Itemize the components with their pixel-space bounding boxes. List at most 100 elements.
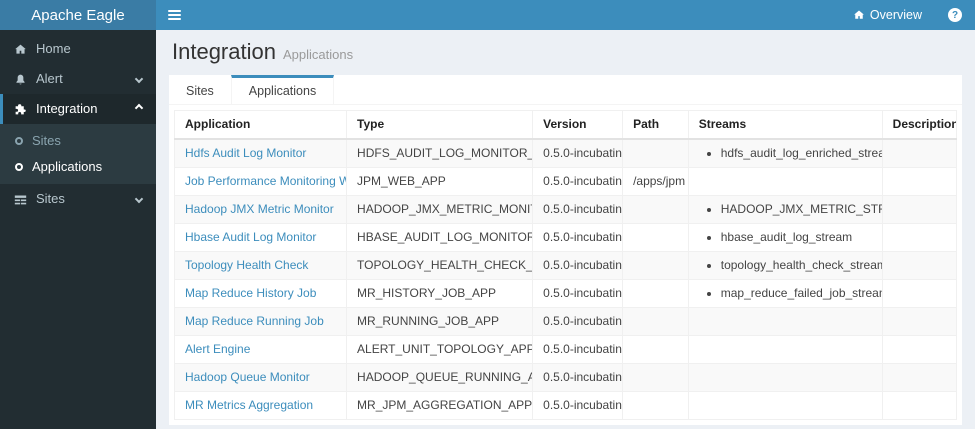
sidebar-subitem-sites[interactable]: Sites bbox=[0, 128, 156, 154]
circle-icon bbox=[15, 163, 23, 171]
type-cell: HADOOP_JMX_METRIC_MONITOR bbox=[346, 195, 534, 224]
sidebar-subitem-label: Applications bbox=[32, 159, 103, 174]
sidebar-item-integration[interactable]: Integration bbox=[0, 94, 156, 124]
app-logo[interactable]: Apache Eagle bbox=[0, 0, 156, 30]
sidebar: Home Alert Integration Sites Application… bbox=[0, 30, 156, 429]
column-header-streams: Streams bbox=[687, 110, 883, 140]
version-cell: 0.5.0-incubating bbox=[532, 363, 624, 392]
description-cell bbox=[881, 279, 958, 308]
version-cell: 0.5.0-incubating bbox=[532, 391, 624, 420]
tab-sites[interactable]: Sites bbox=[169, 75, 231, 104]
version-cell: 0.5.0-incubating bbox=[532, 279, 624, 308]
application-cell: Hadoop Queue Monitor bbox=[173, 363, 348, 392]
stream-item: topology_health_check_stream bbox=[721, 258, 881, 273]
streams-cell: HADOOP_JMX_METRIC_STREAM bbox=[687, 195, 883, 224]
streams-cell bbox=[687, 391, 883, 420]
streams-cell bbox=[687, 167, 883, 196]
version-cell: 0.5.0-incubating bbox=[532, 335, 624, 364]
description-cell bbox=[881, 167, 958, 196]
content-header: Integration Applications bbox=[156, 30, 975, 75]
tab-content: Application Type Version Path Streams De… bbox=[169, 105, 962, 425]
streams-cell bbox=[687, 335, 883, 364]
top-bar: Apache Eagle Overview ? bbox=[0, 0, 975, 30]
path-cell bbox=[622, 279, 689, 308]
sidebar-subitem-applications[interactable]: Applications bbox=[0, 154, 156, 180]
table-row: Map Reduce History Job MR_HISTORY_JOB_AP… bbox=[173, 279, 958, 308]
description-cell bbox=[881, 363, 958, 392]
page-title: Integration bbox=[172, 39, 276, 64]
chevron-left-icon bbox=[134, 194, 144, 204]
application-link[interactable]: Hdfs Audit Log Monitor bbox=[185, 146, 306, 160]
chevron-left-icon bbox=[134, 74, 144, 84]
table-row: Topology Health Check TOPOLOGY_HEALTH_CH… bbox=[173, 251, 958, 280]
application-link[interactable]: Hadoop JMX Metric Monitor bbox=[185, 202, 334, 216]
application-link[interactable]: Topology Health Check bbox=[185, 258, 308, 272]
sidebar-subitem-label: Sites bbox=[32, 133, 61, 148]
type-cell: MR_HISTORY_JOB_APP bbox=[346, 279, 534, 308]
column-header-path: Path bbox=[622, 110, 689, 140]
description-cell bbox=[881, 307, 958, 336]
application-link[interactable]: Job Performance Monitoring Web bbox=[185, 174, 346, 188]
stream-item: map_reduce_failed_job_stream bbox=[721, 286, 881, 301]
streams-list: HADOOP_JMX_METRIC_STREAM bbox=[699, 202, 881, 217]
type-cell: HBASE_AUDIT_LOG_MONITOR bbox=[346, 223, 534, 252]
table-header-row: Application Type Version Path Streams De… bbox=[173, 110, 958, 140]
application-link[interactable]: Hbase Audit Log Monitor bbox=[185, 230, 316, 244]
circle-icon bbox=[15, 137, 23, 145]
version-cell: 0.5.0-incubating bbox=[532, 195, 624, 224]
application-cell: Hbase Audit Log Monitor bbox=[173, 223, 348, 252]
stream-item: hdfs_audit_log_enriched_stream bbox=[721, 146, 881, 161]
sidebar-item-label: Sites bbox=[36, 191, 65, 206]
description-cell bbox=[881, 195, 958, 224]
help-button[interactable]: ? bbox=[935, 0, 975, 30]
description-cell bbox=[881, 223, 958, 252]
application-link[interactable]: MR Metrics Aggregation bbox=[185, 398, 313, 412]
application-cell: Map Reduce Running Job bbox=[173, 307, 348, 336]
streams-list: hbase_audit_log_stream bbox=[699, 230, 872, 245]
path-cell bbox=[622, 307, 689, 336]
tab-applications[interactable]: Applications bbox=[230, 75, 335, 104]
table-row: Alert Engine ALERT_UNIT_TOPOLOGY_APP 0.5… bbox=[173, 335, 958, 364]
application-link[interactable]: Map Reduce Running Job bbox=[185, 314, 324, 328]
sidebar-item-alert[interactable]: Alert bbox=[0, 64, 156, 94]
type-cell: TOPOLOGY_HEALTH_CHECK_APP bbox=[346, 251, 534, 280]
version-cell: 0.5.0-incubating bbox=[532, 223, 624, 252]
sidebar-toggle-button[interactable] bbox=[156, 0, 192, 30]
path-cell bbox=[622, 195, 689, 224]
type-cell: MR_JPM_AGGREGATION_APP bbox=[346, 391, 534, 420]
application-link[interactable]: Map Reduce History Job bbox=[185, 286, 316, 300]
path-cell bbox=[622, 335, 689, 364]
type-cell: HADOOP_QUEUE_RUNNING_APP bbox=[346, 363, 534, 392]
description-cell bbox=[881, 138, 958, 168]
table-icon bbox=[14, 194, 27, 204]
streams-list: topology_health_check_stream bbox=[699, 258, 881, 273]
app-table-body: Hdfs Audit Log Monitor HDFS_AUDIT_LOG_MO… bbox=[173, 138, 958, 420]
sidebar-item-sites[interactable]: Sites bbox=[0, 184, 156, 214]
streams-list: map_reduce_failed_job_stream bbox=[699, 286, 881, 301]
application-link[interactable]: Hadoop Queue Monitor bbox=[185, 370, 310, 384]
sidebar-item-label: Integration bbox=[36, 101, 98, 116]
path-cell bbox=[622, 223, 689, 252]
question-circle-icon: ? bbox=[948, 8, 962, 22]
path-cell bbox=[622, 138, 689, 168]
type-cell: MR_RUNNING_JOB_APP bbox=[346, 307, 534, 336]
navbar-right: Overview ? bbox=[840, 0, 975, 30]
tab-box: Sites Applications Application Type Vers… bbox=[169, 75, 962, 425]
integration-submenu: Sites Applications bbox=[0, 124, 156, 184]
main-content: Integration Applications Sites Applicatio… bbox=[156, 30, 975, 429]
bell-icon bbox=[16, 74, 25, 84]
path-cell: /apps/jpm bbox=[622, 167, 689, 196]
version-cell: 0.5.0-incubating bbox=[532, 167, 624, 196]
chevron-down-icon bbox=[134, 103, 144, 112]
overview-link[interactable]: Overview bbox=[840, 0, 935, 30]
tab-bar: Sites Applications bbox=[169, 75, 962, 105]
description-cell bbox=[881, 251, 958, 280]
version-cell: 0.5.0-incubating bbox=[532, 138, 624, 168]
path-cell bbox=[622, 251, 689, 280]
sidebar-item-label: Home bbox=[36, 41, 71, 56]
home-icon bbox=[15, 44, 26, 54]
streams-cell: map_reduce_failed_job_stream bbox=[687, 279, 883, 308]
sidebar-item-home[interactable]: Home bbox=[0, 34, 156, 64]
page-subtitle: Applications bbox=[282, 47, 354, 62]
application-link[interactable]: Alert Engine bbox=[185, 342, 250, 356]
